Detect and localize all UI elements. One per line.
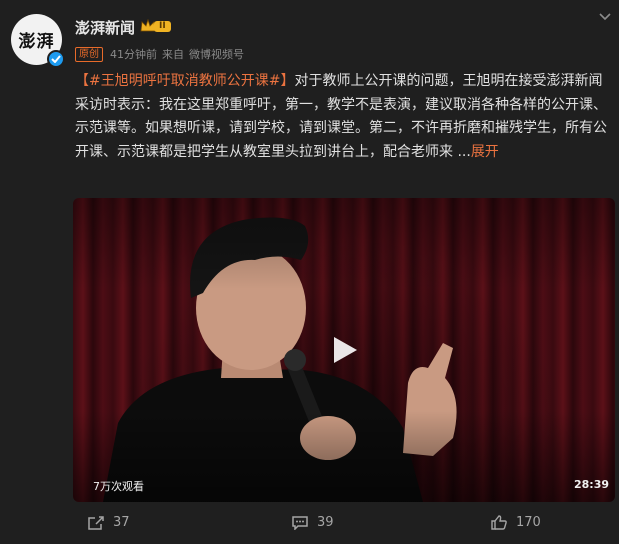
avatar-text: 澎湃: [18, 32, 55, 52]
video-duration: 28:39: [574, 478, 610, 491]
like-count: 170: [516, 515, 541, 530]
comment-count: 39: [317, 515, 334, 530]
action-bar: 37 39 170: [0, 510, 619, 540]
thumbs-up-icon: [491, 515, 507, 530]
author-name[interactable]: 澎湃新闻: [75, 17, 135, 38]
post-time[interactable]: 41分钟前: [110, 46, 157, 62]
post-meta: 原创 41分钟前 来自 微博视频号: [75, 46, 244, 62]
repost-count: 37: [113, 515, 130, 530]
vip-badge[interactable]: II: [140, 19, 171, 34]
source-prefix: 来自: [162, 48, 184, 61]
like-button[interactable]: 170: [491, 515, 541, 530]
original-tag: 原创: [75, 46, 103, 62]
verified-badge-icon: [47, 50, 65, 68]
vip-level: II: [154, 21, 171, 32]
repost-icon: [88, 515, 104, 530]
play-icon[interactable]: [328, 334, 360, 366]
repost-button[interactable]: 37: [88, 515, 130, 530]
expand-link[interactable]: 展开: [471, 144, 499, 160]
hashtag-link[interactable]: 【#王旭明呼吁取消教师公开课#】: [75, 73, 294, 89]
comment-icon: [292, 515, 308, 530]
post-source[interactable]: 微博视频号: [189, 46, 244, 62]
post-text: 【#王旭明呼吁取消教师公开课#】对于教师上公开课的问题，王旭明在接受澎湃新闻采访…: [75, 70, 616, 164]
chevron-down-icon[interactable]: [598, 12, 612, 22]
comment-button[interactable]: 39: [292, 515, 334, 530]
video-views: 7万次观看: [93, 480, 144, 493]
